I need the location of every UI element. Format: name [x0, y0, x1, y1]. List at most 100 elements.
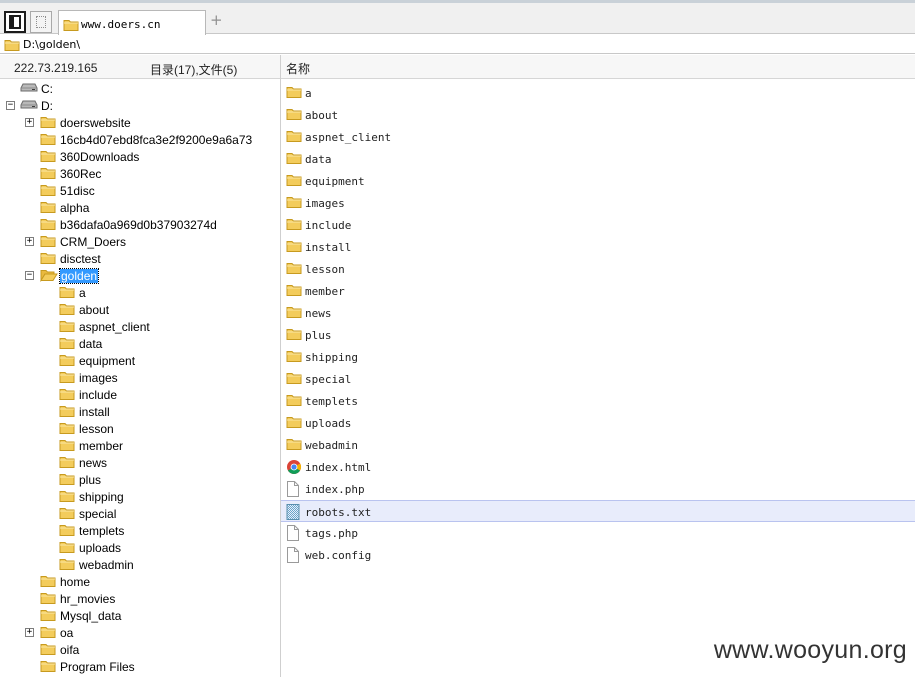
tree-item[interactable]: home — [0, 573, 280, 590]
panel-icon — [9, 15, 21, 29]
folder-icon — [286, 239, 302, 256]
tree-item[interactable]: aspnet_client — [0, 318, 280, 335]
tree-item[interactable]: about — [0, 301, 280, 318]
new-page-button[interactable] — [30, 11, 52, 33]
tree-item[interactable]: shipping — [0, 488, 280, 505]
tree-item[interactable]: + doerswebsite — [0, 114, 280, 131]
tree-item[interactable]: images — [0, 369, 280, 386]
tree-item[interactable]: special — [0, 505, 280, 522]
tree-item-label: Mysql_data — [60, 609, 122, 623]
tree-item[interactable]: install — [0, 403, 280, 420]
drive-icon — [20, 81, 38, 96]
file-row[interactable]: index.php — [281, 478, 915, 500]
add-tab-button[interactable]: + — [210, 13, 223, 28]
tree-item[interactable]: 16cb4d07ebd8fca3e2f9200e9a6a73 — [0, 131, 280, 148]
file-name: tags.php — [305, 527, 358, 540]
file-list[interactable]: a about aspnet_client data equipment images in… — [281, 80, 915, 677]
tree-item[interactable]: plus — [0, 471, 280, 488]
folder-icon — [40, 217, 56, 234]
expand-icon[interactable]: + — [25, 118, 34, 127]
address-bar[interactable]: D:\golden\ — [0, 35, 915, 54]
folder-icon — [59, 489, 75, 506]
tree-item-label: webadmin — [79, 558, 134, 572]
tree-item-label: member — [79, 439, 124, 453]
tree-item[interactable]: 360Rec — [0, 165, 280, 182]
file-icon — [286, 481, 300, 500]
folder-icon — [40, 251, 56, 268]
tree-item-label: C: — [41, 82, 53, 96]
file-row[interactable]: images — [281, 192, 915, 214]
file-name: a — [305, 87, 312, 100]
name-column-header[interactable]: 名称 — [286, 60, 310, 77]
tree-item[interactable]: templets — [0, 522, 280, 539]
collapse-icon[interactable]: − — [6, 101, 15, 110]
folder-icon — [286, 151, 302, 168]
file-name: about — [305, 109, 339, 122]
tree-item-label: Program Files — [60, 660, 135, 674]
file-row[interactable]: a — [281, 82, 915, 104]
tree-item[interactable]: + CRM_Doers — [0, 233, 280, 250]
tree-item[interactable]: member — [0, 437, 280, 454]
tree-drive[interactable]: C: — [0, 80, 280, 97]
folder-icon — [59, 370, 75, 387]
tree-item[interactable]: b36dafa0a969d0b37903274d — [0, 216, 280, 233]
collapse-icon[interactable]: − — [25, 271, 34, 280]
file-row[interactable]: robots.txt — [281, 500, 915, 522]
file-row[interactable]: include — [281, 214, 915, 236]
file-row[interactable]: lesson — [281, 258, 915, 280]
tree-item[interactable]: Program Files — [0, 658, 280, 675]
tree-item[interactable]: a — [0, 284, 280, 301]
file-row[interactable]: uploads — [281, 412, 915, 434]
file-row[interactable]: equipment — [281, 170, 915, 192]
file-row[interactable]: aspnet_client — [281, 126, 915, 148]
tree-item[interactable]: − golden — [0, 267, 280, 284]
file-row[interactable]: shipping — [281, 346, 915, 368]
file-row[interactable]: about — [281, 104, 915, 126]
tree-item[interactable]: alpha — [0, 199, 280, 216]
file-row[interactable]: member — [281, 280, 915, 302]
tree-item[interactable]: lesson — [0, 420, 280, 437]
panel-toggle-button[interactable] — [4, 11, 26, 33]
tree-item[interactable]: equipment — [0, 352, 280, 369]
file-row[interactable]: data — [281, 148, 915, 170]
tree-item[interactable]: hr_movies — [0, 590, 280, 607]
file-row[interactable]: news — [281, 302, 915, 324]
directory-tree[interactable]: C: − D: + doerswebsite 16cb4d07ebd8fca3e2f920… — [0, 80, 280, 677]
tree-item-label: oa — [60, 626, 74, 640]
column-header: 222.73.219.165 目录(17),文件(5) 名称 — [0, 55, 915, 79]
tree-item[interactable]: uploads — [0, 539, 280, 556]
file-row[interactable]: index.html — [281, 456, 915, 478]
tree-drive[interactable]: − D: — [0, 97, 280, 114]
file-row[interactable]: templets — [281, 390, 915, 412]
file-row[interactable]: webadmin — [281, 434, 915, 456]
folder-icon — [59, 506, 75, 523]
tree-item[interactable]: webadmin — [0, 556, 280, 573]
tree-item[interactable]: disctest — [0, 250, 280, 267]
tree-item-label: alpha — [60, 201, 90, 215]
tab-label: www.doers.cn — [81, 18, 161, 31]
tree-item[interactable]: + oa — [0, 624, 280, 641]
expand-icon[interactable]: + — [25, 628, 34, 637]
folder-icon — [286, 261, 302, 278]
file-row[interactable]: install — [281, 236, 915, 258]
tree-item[interactable]: include — [0, 386, 280, 403]
tab-doers[interactable]: www.doers.cn — [58, 10, 206, 37]
expand-icon[interactable]: + — [25, 237, 34, 246]
file-name: install — [305, 241, 352, 254]
file-row[interactable]: plus — [281, 324, 915, 346]
tree-item[interactable]: news — [0, 454, 280, 471]
tree-item[interactable]: Mysql_data — [0, 607, 280, 624]
tree-item[interactable]: data — [0, 335, 280, 352]
tree-item[interactable]: 51disc — [0, 182, 280, 199]
tree-item[interactable]: 360Downloads — [0, 148, 280, 165]
file-name: index.html — [305, 461, 372, 474]
folder-icon — [40, 200, 56, 217]
file-row[interactable]: web.config — [281, 544, 915, 566]
folder-icon — [59, 302, 75, 319]
folder-icon — [40, 149, 56, 166]
file-row[interactable]: tags.php — [281, 522, 915, 544]
file-row[interactable]: special — [281, 368, 915, 390]
tree-item[interactable]: oifa — [0, 641, 280, 658]
tree-item-label: disctest — [60, 252, 101, 266]
folder-open-icon — [40, 268, 58, 285]
